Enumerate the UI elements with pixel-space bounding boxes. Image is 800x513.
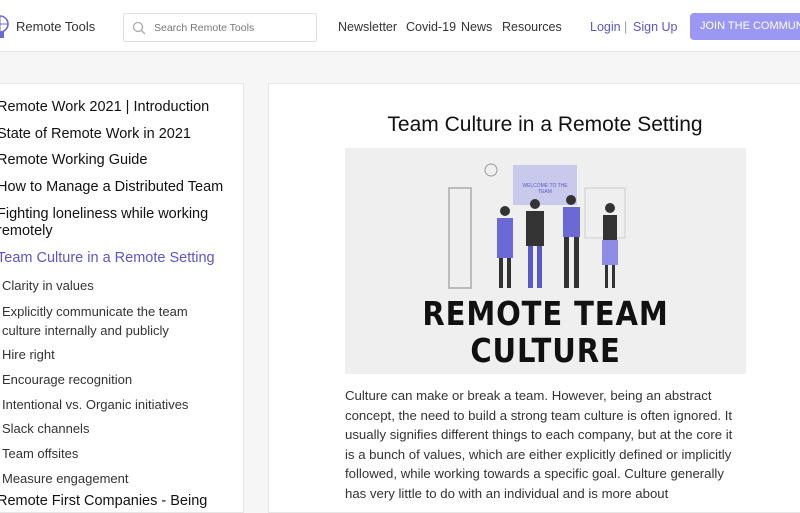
- toc-subitem[interactable]: Team offsites: [2, 446, 78, 461]
- welcome-sign-text: WELCOME TO THE TEAM: [522, 183, 568, 195]
- article-hero-image: WELCOME TO THE TEAM REMOTE TEAM CULTURE: [345, 148, 746, 374]
- top-header: Remote Tools Search Remote Tools Newslet…: [0, 0, 800, 52]
- globe-logo-icon[interactable]: [0, 14, 10, 40]
- toc-item[interactable]: remotely: [0, 223, 53, 239]
- hero-text-line-2: CULTURE: [470, 331, 621, 370]
- toc-subitem[interactable]: Intentional vs. Organic initiatives: [2, 397, 188, 412]
- signup-link[interactable]: Sign Up: [633, 20, 677, 34]
- brand-name[interactable]: Remote Tools: [16, 19, 95, 34]
- hero-text-line-1: REMOTE TEAM: [422, 294, 669, 333]
- toc-subitem[interactable]: Measure engagement: [2, 471, 128, 486]
- nav-news[interactable]: News: [461, 20, 492, 34]
- nav-resources[interactable]: Resources: [502, 20, 562, 34]
- toc-item[interactable]: How to Manage a Distributed Team: [0, 179, 223, 195]
- toc-subitem[interactable]: Slack channels: [2, 421, 89, 436]
- search-icon: [132, 21, 146, 35]
- toc-subitem[interactable]: Hire right: [2, 347, 55, 362]
- toc-subitem[interactable]: culture internally and publicly: [2, 323, 169, 338]
- nav-covid-19[interactable]: Covid-19: [406, 20, 456, 34]
- search-placeholder: Search Remote Tools: [154, 22, 255, 34]
- join-community-button[interactable]: JOIN THE COMMUNITY: [690, 13, 800, 40]
- toc-item-active[interactable]: Team Culture in a Remote Setting: [0, 250, 215, 266]
- search-input[interactable]: Search Remote Tools: [123, 13, 317, 42]
- toc-item[interactable]: State of Remote Work in 2021: [0, 126, 191, 142]
- toc-item[interactable]: Remote Working Guide: [0, 152, 147, 168]
- login-link[interactable]: Login: [590, 20, 621, 34]
- article-title: Team Culture in a Remote Setting: [387, 113, 703, 136]
- sidebar-toc: Remote Work 2021 | Introduction State of…: [0, 83, 244, 513]
- team-illustration: [448, 163, 626, 289]
- separator: |: [624, 20, 628, 34]
- toc-subitem[interactable]: Encourage recognition: [2, 372, 132, 387]
- article: Team Culture in a Remote Setting WELCOME…: [268, 83, 800, 513]
- article-body: Culture can make or break a team. Howeve…: [345, 388, 733, 501]
- toc-item[interactable]: Remote First Companies - Being: [0, 493, 207, 509]
- toc-subitem[interactable]: Clarity in values: [2, 278, 94, 293]
- toc-subitem[interactable]: Explicitly communicate the team: [2, 304, 188, 319]
- nav-newsletter[interactable]: Newsletter: [338, 20, 397, 34]
- toc-item[interactable]: Fighting loneliness while working: [0, 206, 208, 222]
- toc-item[interactable]: Remote Work 2021 | Introduction: [0, 99, 209, 115]
